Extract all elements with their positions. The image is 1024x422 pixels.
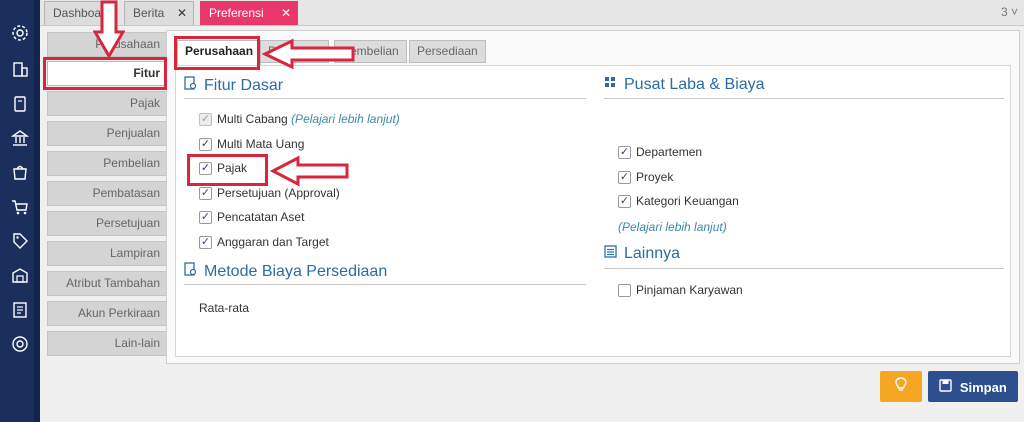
checkbox-pinjaman-karyawan[interactable] xyxy=(618,284,631,297)
tab-dashboard[interactable]: Dashboard xyxy=(44,1,116,25)
divider xyxy=(184,98,586,99)
multi-cabang-learn-more-link[interactable]: (Pelajari lebih lanjut) xyxy=(291,112,400,126)
save-button-label: Simpan xyxy=(959,379,1007,395)
side-menu-item-akun-perkiraan[interactable]: Akun Perkiraan xyxy=(47,301,167,326)
close-icon[interactable]: ✕ xyxy=(177,2,187,24)
kategori-keuangan-label: Kategori Keuangan xyxy=(636,194,739,208)
anggaran-target-label: Anggaran dan Target xyxy=(217,235,329,249)
departemen-label: Departemen xyxy=(636,145,703,159)
persetujuan-label: Persetujuan (Approval) xyxy=(217,186,340,200)
save-button[interactable]: Simpan xyxy=(928,371,1018,402)
checkbox-multi-cabang[interactable]: ✓ xyxy=(199,113,212,126)
pinjaman-karyawan-label: Pinjaman Karyawan xyxy=(636,283,743,297)
subtab-content: Fitur Dasar ✓ Multi Cabang (Pelajari leb… xyxy=(175,65,1011,357)
content-panel: Perusahaan Penjualan Pembelian Persediaa… xyxy=(166,30,1020,364)
section-metode-biaya-title: Metode Biaya Persediaan xyxy=(204,263,388,280)
settings-doc-icon xyxy=(184,262,200,279)
subtab-perusahaan[interactable]: Perusahaan xyxy=(177,40,262,66)
settings-doc-icon xyxy=(184,76,200,93)
bank-icon[interactable] xyxy=(10,129,30,147)
subtab-penjualan[interactable]: Penjualan xyxy=(260,40,330,63)
checkbox-persetujuan[interactable]: ✓ xyxy=(199,187,212,200)
tip-button[interactable] xyxy=(880,371,922,402)
section-lainnya-title: Lainnya xyxy=(624,245,681,262)
side-menu-item-penjualan[interactable]: Penjualan xyxy=(47,121,167,146)
divider xyxy=(184,284,586,285)
report-icon[interactable] xyxy=(11,301,29,319)
grid-icon xyxy=(604,76,620,92)
side-menu-item-persetujuan[interactable]: Persetujuan xyxy=(47,211,167,236)
book-icon[interactable] xyxy=(11,95,29,113)
side-menu-item-lampiran[interactable]: Lampiran xyxy=(47,241,167,266)
pencatatan-aset-label: Pencatatan Aset xyxy=(217,210,305,224)
building-icon[interactable] xyxy=(11,60,29,78)
side-menu-item-fitur[interactable]: Fitur xyxy=(47,61,167,86)
checkbox-kategori-keuangan[interactable]: ✓ xyxy=(618,195,631,208)
side-menu-item-pembatasan[interactable]: Pembatasan xyxy=(47,181,167,206)
tab-preferensi[interactable]: Preferensi ✕ xyxy=(200,1,298,25)
checkbox-departemen[interactable]: ✓ xyxy=(618,146,631,159)
section-lainnya: Lainnya xyxy=(604,245,680,263)
section-metode-biaya: Metode Biaya Persediaan xyxy=(184,262,387,281)
checkbox-pencatatan-aset[interactable]: ✓ xyxy=(199,211,212,224)
list-icon xyxy=(604,245,620,261)
gear-icon[interactable] xyxy=(11,24,29,42)
side-menu-item-pembelian[interactable]: Pembelian xyxy=(47,151,167,176)
lightbulb-icon xyxy=(895,376,907,397)
floppy-icon xyxy=(939,378,956,395)
divider xyxy=(604,268,1004,269)
shopping-bag-icon[interactable] xyxy=(11,163,29,181)
multi-cabang-row: Multi Cabang (Pelajari lebih lanjut) xyxy=(217,112,400,126)
subtab-persediaan[interactable]: Persediaan xyxy=(409,40,486,63)
multi-mata-uang-label: Multi Mata Uang xyxy=(217,137,305,151)
tab-dashboard-label: Dashboard xyxy=(53,6,112,20)
multi-cabang-label: Multi Cabang xyxy=(217,112,288,126)
section-fitur-dasar-title: Fitur Dasar xyxy=(204,77,284,94)
section-fitur-dasar: Fitur Dasar xyxy=(184,76,283,95)
side-menu-item-lain-lain[interactable]: Lain-lain xyxy=(47,331,167,356)
tab-preferensi-label: Preferensi xyxy=(209,6,264,20)
subtab-pembelian[interactable]: Pembelian xyxy=(334,40,407,63)
checkbox-proyek[interactable]: ✓ xyxy=(618,171,631,184)
side-menu-item-pajak[interactable]: Pajak xyxy=(47,91,167,116)
pusat-learn-more-link[interactable]: (Pelajari lebih lanjut) xyxy=(618,220,727,234)
tab-count-dropdown[interactable]: 3 ˅ xyxy=(1001,5,1018,19)
close-icon[interactable]: ✕ xyxy=(281,2,291,24)
tab-berita-label: Berita xyxy=(133,6,165,20)
top-tab-bar: Dashboard Berita ✕ Preferensi ✕ 3 ˅ xyxy=(40,0,1024,26)
checkbox-pajak[interactable]: ✓ xyxy=(199,162,212,175)
metode-biaya-value[interactable]: Rata-rata xyxy=(199,301,249,315)
section-pusat-laba-biaya: Pusat Laba & Biaya xyxy=(604,76,765,94)
divider xyxy=(604,98,1004,99)
side-menu-item-atribut-tambahan[interactable]: Atribut Tambahan xyxy=(47,271,167,296)
checkbox-multi-mata-uang[interactable]: ✓ xyxy=(199,138,212,151)
target-icon[interactable] xyxy=(11,335,29,353)
pajak-label: Pajak xyxy=(217,161,248,175)
side-menu-item-perusahaan[interactable]: Perusahaan xyxy=(47,32,167,57)
section-pusat-laba-biaya-title: Pusat Laba & Biaya xyxy=(624,76,765,93)
proyek-label: Proyek xyxy=(636,170,674,184)
tag-icon[interactable] xyxy=(11,232,29,250)
tab-berita[interactable]: Berita ✕ xyxy=(124,1,194,25)
cart-icon[interactable] xyxy=(11,198,29,216)
checkbox-anggaran-target[interactable]: ✓ xyxy=(199,236,212,249)
rail-edge xyxy=(34,0,40,422)
left-icon-rail xyxy=(0,0,40,422)
warehouse-icon[interactable] xyxy=(11,266,29,284)
